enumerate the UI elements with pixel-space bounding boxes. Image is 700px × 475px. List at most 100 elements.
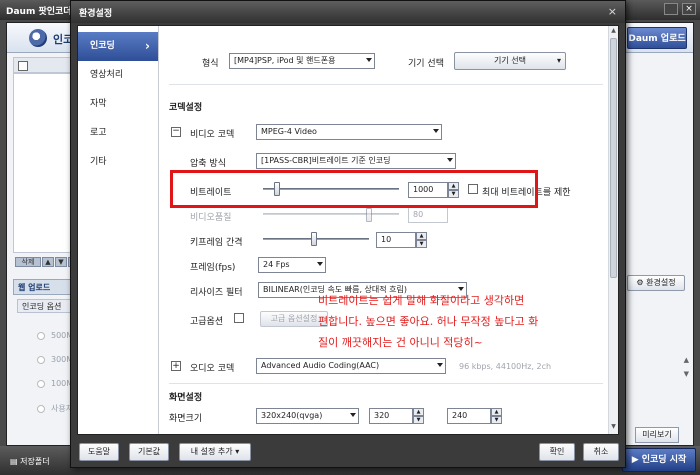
screen-section-title: 화면설정 <box>169 393 203 403</box>
format-dropdown[interactable]: [MP4]PSP, iPod 및 핸드폰용 <box>229 53 375 69</box>
keyframe-label: 키프레임 간격 <box>190 238 243 248</box>
video-quality-input: 80 <box>408 207 448 223</box>
background-close-button[interactable]: × <box>682 3 696 15</box>
chevron-down-icon <box>317 262 323 266</box>
scroll-up-icon[interactable]: ▲ <box>609 27 618 37</box>
folder-icon: ▤ <box>10 457 18 466</box>
web-upload-tab[interactable]: 웹 업로드 <box>13 279 75 295</box>
codec-section-title: 코덱설정 <box>169 103 203 113</box>
sidebar-item-encoding[interactable]: 인코딩 <box>78 32 158 61</box>
expand-icon[interactable]: + <box>171 361 181 371</box>
audio-codec-dropdown[interactable]: Advanced Audio Coding(AAC) <box>256 358 446 374</box>
move-up-icon[interactable]: ▲ <box>42 257 54 267</box>
add-my-settings-button[interactable]: 내 설정 추가 ▾ <box>179 443 251 461</box>
advanced-options-label: 고급옵션 <box>190 317 224 327</box>
spin-down-icon[interactable]: ▼ <box>491 416 502 424</box>
minimize-button[interactable] <box>664 3 678 15</box>
video-codec-value: MPEG-4 Video <box>261 127 317 136</box>
scroll-down-icon[interactable]: ▼ <box>684 367 689 381</box>
device-select-button[interactable]: 기기 선택 ▾ <box>454 52 566 70</box>
spin-up-icon[interactable]: ▲ <box>416 232 427 240</box>
file-list-header <box>13 57 73 73</box>
spin-up-icon[interactable]: ▲ <box>491 408 502 416</box>
screen-size-dropdown[interactable]: 320x240(qvga) <box>256 408 359 424</box>
scroll-down-icon[interactable]: ▼ <box>609 423 618 433</box>
daum-upload-button[interactable]: Daum 업로드 <box>627 27 687 49</box>
gear-icon: ⚙ <box>636 278 644 287</box>
dialog-close-button[interactable]: × <box>608 5 617 18</box>
save-folder-label: 저장폴더 <box>20 457 50 466</box>
sidebar-item-etc[interactable]: 기타 <box>78 148 158 177</box>
cancel-button[interactable]: 취소 <box>583 443 619 461</box>
dialog-footer: 도움말 기본값 내 설정 추가 ▾ 확인 취소 <box>71 437 625 467</box>
bitrate-highlight-box <box>170 170 538 208</box>
screen-size-label: 화면크기 <box>169 414 203 424</box>
help-button[interactable]: 도움말 <box>79 443 119 461</box>
keyframe-input[interactable]: 10 ▲ ▼ <box>376 232 427 248</box>
spin-up-icon[interactable]: ▲ <box>413 408 424 416</box>
content-scrollbar[interactable]: ▲ ▼ <box>608 26 618 434</box>
fps-label: 프레임(fps) <box>190 263 236 273</box>
env-settings-button[interactable]: ⚙ 환경설정 <box>627 275 685 291</box>
preview-button[interactable]: 미리보기 <box>635 427 679 443</box>
file-list[interactable] <box>13 73 73 253</box>
sidebar-item-subtitles[interactable]: 자막 <box>78 90 158 119</box>
compression-dropdown[interactable]: [1PASS-CBR]비트레이트 기준 인코딩 <box>256 153 456 169</box>
video-quality-label: 비디오품질 <box>190 213 232 223</box>
play-icon: ▶ <box>631 455 639 465</box>
encoding-options-label: 인코딩 옵션 <box>17 299 77 313</box>
annotation-line: 비트레이트는 쉽게 말해 화질이라고 생각하면 <box>318 294 525 307</box>
save-folder-button[interactable]: ▤ 저장폴더 <box>10 456 50 467</box>
radio-icon <box>37 331 45 340</box>
advanced-options-checkbox[interactable] <box>234 313 244 323</box>
audio-codec-value: Advanced Audio Coding(AAC) <box>261 361 380 370</box>
chevron-down-icon <box>447 158 453 162</box>
background-scroll-arrows[interactable]: ▲ ▼ <box>684 353 689 381</box>
background-app-title: Daum 팟인코더 <box>6 7 72 17</box>
settings-content: 형식 [MP4]PSP, iPod 및 핸드폰용 기기 선택 기기 선택 ▾ 코덱… <box>159 26 618 434</box>
move-down-icon[interactable]: ▼ <box>55 257 67 267</box>
keyframe-slider-thumb[interactable] <box>310 232 317 246</box>
sidebar-item-video-processing[interactable]: 영상처리 <box>78 61 158 90</box>
select-all-checkbox[interactable] <box>18 61 28 71</box>
chevron-down-icon <box>437 363 443 367</box>
scroll-up-icon[interactable]: ▲ <box>684 353 689 367</box>
audio-codec-label: 오디오 코덱 <box>190 364 235 374</box>
scrollbar-thumb[interactable] <box>610 38 617 278</box>
start-encoding-button[interactable]: ▶ 인코딩 시작 <box>622 448 696 472</box>
resize-filter-label: 리사이즈 필터 <box>190 288 243 298</box>
spin-down-icon[interactable]: ▼ <box>413 416 424 424</box>
radio-option[interactable]: 500M <box>37 331 73 340</box>
sidebar-item-logo[interactable]: 로고 <box>78 119 158 148</box>
start-encoding-label: 인코딩 시작 <box>641 455 687 465</box>
video-quality-slider-track <box>263 213 399 215</box>
dialog-title: 환경설정 <box>79 9 113 19</box>
ok-button[interactable]: 확인 <box>539 443 575 461</box>
default-button[interactable]: 기본값 <box>129 443 169 461</box>
chevron-down-icon: ▾ <box>235 447 240 456</box>
radio-icon <box>37 379 45 388</box>
fps-dropdown[interactable]: 24 Fps <box>258 257 326 273</box>
chevron-down-icon <box>433 129 439 133</box>
video-codec-label: 비디오 코덱 <box>190 130 235 140</box>
device-label: 기기 선택 <box>408 59 444 69</box>
height-value: 240 <box>452 411 468 420</box>
width-value: 320 <box>374 411 390 420</box>
chevron-down-icon <box>350 413 356 417</box>
device-select-label: 기기 선택 <box>494 56 526 65</box>
collapse-icon[interactable]: − <box>171 127 181 137</box>
add-my-settings-label: 내 설정 추가 <box>190 447 233 456</box>
video-codec-dropdown[interactable]: MPEG-4 Video <box>256 124 442 140</box>
dialog-titlebar[interactable]: 환경설정 × <box>71 1 625 23</box>
delete-button[interactable]: 삭제 <box>15 257 41 267</box>
settings-sidebar: 인코딩 영상처리 자막 로고 기타 <box>78 26 159 434</box>
height-input[interactable]: 240 ▲ ▼ <box>447 408 502 424</box>
chevron-down-icon: ▾ <box>556 56 561 65</box>
radio-option[interactable]: 100M <box>37 379 73 388</box>
width-input[interactable]: 320 ▲ ▼ <box>369 408 424 424</box>
radio-option[interactable]: 300M <box>37 355 73 364</box>
radio-option[interactable]: 사용자 <box>37 403 73 414</box>
compression-value: [1PASS-CBR]비트레이트 기준 인코딩 <box>261 156 391 165</box>
spin-down-icon[interactable]: ▼ <box>416 240 427 248</box>
audio-info: 96 kbps, 44100Hz, 2ch <box>459 362 552 371</box>
